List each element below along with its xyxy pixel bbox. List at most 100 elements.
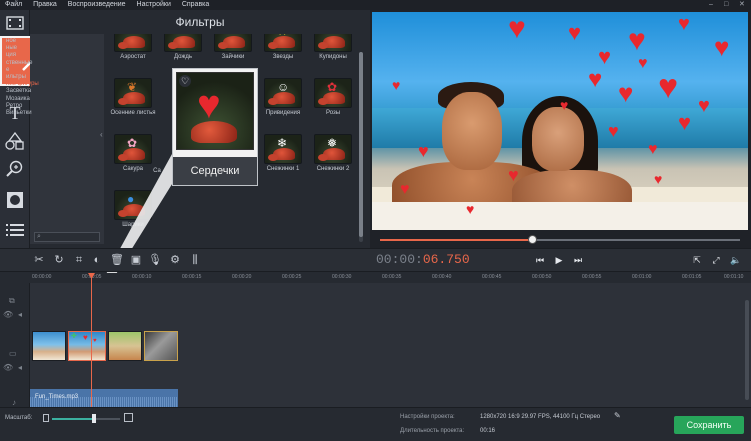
category-item[interactable]: Виньетки (6, 110, 39, 117)
filter-label: Привидения (265, 110, 301, 116)
filter-preview-popup[interactable]: ♥ ♡ Сердечки (172, 68, 258, 186)
menu-playback[interactable]: Воспроизведение (68, 0, 126, 10)
status-bar (0, 407, 751, 441)
category-item[interactable]: ильтры (6, 74, 39, 81)
filter-label: Розы (325, 110, 341, 116)
collapse-panel-icon[interactable]: ‹ (100, 130, 103, 139)
filter-thumbnail (164, 34, 202, 52)
menu-settings[interactable]: Настройки (137, 0, 171, 10)
popout-icon[interactable]: ⇱ (688, 251, 706, 269)
menu-file[interactable]: Файл (5, 0, 22, 10)
ruler-tick: 00:00:25 (282, 274, 302, 280)
filter-thumbnail (114, 34, 152, 52)
menu-edit[interactable]: Правка (33, 0, 57, 10)
playhead[interactable] (91, 273, 92, 407)
video-clip[interactable] (144, 331, 178, 361)
filter-label: Осенние листья (110, 110, 156, 116)
category-item[interactable]: Засветка (6, 88, 39, 95)
scale-slider-handle[interactable] (92, 414, 96, 423)
play-icon[interactable]: ▶ (550, 251, 568, 269)
ruler-tick: 00:00:15 (182, 274, 202, 280)
more-tools-icon[interactable] (3, 219, 27, 241)
timecode-current: 06.750 (422, 252, 470, 267)
color-adjust-icon[interactable]: ◐ (89, 252, 105, 268)
menu-help[interactable]: Справка (182, 0, 209, 10)
filter-label: Купидоны (319, 54, 347, 60)
ruler-tick: 00:00:40 (432, 274, 452, 280)
video-clip[interactable] (32, 331, 66, 361)
track-headers (0, 283, 30, 407)
category-item[interactable]: Мозаика (6, 96, 39, 103)
rotate-icon[interactable]: ↻ (51, 252, 67, 268)
filter-thumbnail: ❦ (114, 78, 152, 108)
filter-thumbnail: ☺ (264, 78, 302, 108)
filter-tile[interactable]: Купидоны (307, 34, 359, 60)
video-track-icon[interactable]: ▭ (9, 349, 17, 358)
settings-gear-icon[interactable]: ⚙ (167, 252, 183, 268)
close-icon[interactable]: ✕ (739, 0, 745, 10)
minimize-icon[interactable]: – (709, 0, 713, 10)
filter-tile[interactable]: ❄ Снежинки 1 (257, 134, 309, 172)
category-item[interactable]: ция (6, 52, 39, 59)
slideshow-icon[interactable]: ▣ (128, 252, 144, 268)
next-frame-icon[interactable]: ⏭ (569, 251, 587, 269)
favorite-heart-icon[interactable]: ♡ (179, 75, 191, 87)
overlay-track-icon[interactable]: ⧉ (9, 296, 15, 306)
filter-tile[interactable]: Аэростат (107, 34, 159, 60)
category-item[interactable]: Ретро (6, 103, 39, 110)
audio-track-icon[interactable]: ♪ (12, 398, 16, 407)
visibility-eye-icon[interactable]: 👁 (3, 310, 13, 319)
duration-value: 00:16 (480, 428, 496, 434)
mute-speaker-icon[interactable]: ◂ (18, 310, 22, 319)
ruler-tick: 00:00:10 (132, 274, 152, 280)
transitions-tool-icon[interactable] (3, 189, 27, 211)
preview-label: Сердечки (173, 157, 257, 185)
ruler-tick: 00:00:45 (482, 274, 502, 280)
zoom-in-icon[interactable] (124, 413, 133, 422)
cut-icon[interactable]: ✂ (31, 252, 47, 268)
filter-tile[interactable]: ❅ Снежинки 2 (307, 134, 359, 172)
filter-tile[interactable]: ☺ Привидения (257, 78, 309, 116)
crop-icon[interactable]: ⌗ (71, 252, 87, 268)
zoom-out-icon[interactable] (43, 414, 49, 422)
filter-grid-scrollbar[interactable] (359, 52, 363, 242)
filter-label: Зайчики (221, 54, 245, 60)
maximize-icon[interactable]: □ (724, 0, 728, 10)
filter-tile[interactable]: Зайчики (207, 34, 259, 60)
ruler-tick: 00:00:55 (582, 274, 602, 280)
previous-frame-icon[interactable]: ⏮ (531, 251, 549, 269)
video-clip[interactable] (108, 331, 142, 361)
equalizer-icon[interactable]: ⫼ (187, 252, 203, 268)
ruler-tick: 00:00:30 (332, 274, 352, 280)
category-item[interactable]: ное (6, 38, 39, 45)
stickers-tool-icon[interactable] (3, 130, 27, 152)
delete-icon[interactable]: 🗑 (109, 252, 125, 268)
heart-icon: ♥ (197, 83, 221, 127)
category-item[interactable]: е (6, 67, 39, 74)
media-tool-icon[interactable] (3, 12, 27, 34)
filter-tile[interactable]: ❦ Осенние листья (107, 78, 159, 117)
filter-tile[interactable]: ✿ Розы (307, 78, 359, 116)
edit-pencil-icon[interactable]: ✎ (614, 411, 621, 420)
mute-speaker-icon[interactable]: ◂ (18, 363, 22, 372)
filter-thumbnail: ❅ (314, 134, 352, 164)
timeline-scrollbar[interactable] (745, 300, 749, 400)
category-item[interactable]: ственные (6, 60, 39, 67)
filter-tile[interactable]: ★ Звезды (257, 34, 309, 60)
video-clip-selected[interactable]: ✚ ♥ ♥ (68, 331, 106, 361)
video-preview[interactable]: ♥ ♥ ♥ ♥ ♥ ♥ ♥ ♥ ♥ ♥ ♥ ♥ ♥ ♥ ♥ ♥ ♥ ♥ ♥ ♥ … (372, 12, 748, 230)
fullscreen-icon[interactable]: ⤢ (707, 251, 725, 269)
volume-icon[interactable]: 🔈 (727, 251, 745, 269)
save-button[interactable]: Сохранить (674, 416, 744, 434)
filter-tile[interactable]: Дождь (157, 34, 209, 60)
seek-handle[interactable] (528, 235, 537, 244)
microphone-icon[interactable]: 🎙 (147, 252, 163, 268)
ruler-tick: 00:00:00 (32, 274, 52, 280)
category-list: ное ные ция ственные е ильтры ние фигуры… (6, 38, 39, 117)
zoom-tool-icon[interactable] (3, 158, 27, 180)
visibility-eye-icon[interactable]: 👁 (3, 363, 13, 372)
category-item-active[interactable]: ние фигуры (6, 81, 39, 88)
category-item[interactable]: ные (6, 45, 39, 52)
scrollbar-thumb[interactable] (359, 52, 363, 237)
ruler-tick: 00:00:20 (232, 274, 252, 280)
